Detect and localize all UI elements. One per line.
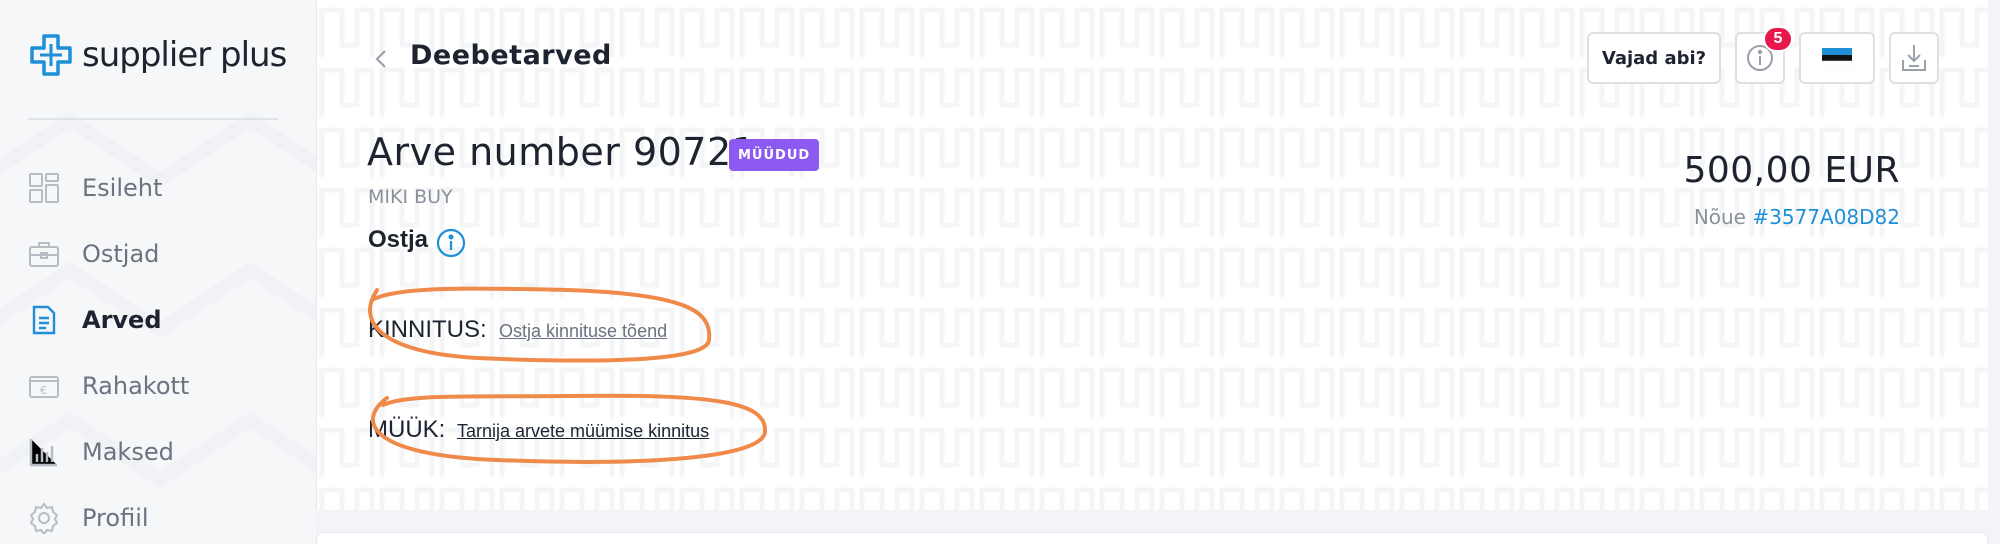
wallet-icon: € bbox=[28, 370, 60, 402]
sidebar-item-rahakott[interactable]: € Rahakott bbox=[28, 353, 189, 419]
briefcase-icon bbox=[28, 238, 60, 270]
sidebar-item-ostjad[interactable]: Ostjad bbox=[28, 221, 189, 287]
buyer-info-button[interactable] bbox=[435, 227, 467, 259]
document-icon bbox=[28, 304, 60, 336]
help-button[interactable]: Vajad abi? bbox=[1587, 32, 1721, 84]
sidebar-item-arved[interactable]: Arved bbox=[28, 287, 189, 353]
secondary-card bbox=[316, 532, 1988, 544]
status-badge: MÜÜDUD bbox=[729, 139, 820, 171]
download-button[interactable] bbox=[1889, 32, 1939, 84]
language-button[interactable] bbox=[1799, 32, 1875, 84]
buyer-confirmation-link[interactable]: Ostja kinnituse tõend bbox=[499, 321, 667, 342]
info-icon bbox=[436, 228, 466, 258]
notification-count-badge: 5 bbox=[1763, 26, 1793, 52]
invoice-card: Deebetarved Vajad abi? 5 Arve number 907… bbox=[316, 0, 1988, 510]
estonia-flag-icon bbox=[1822, 48, 1852, 68]
sidebar-item-label: Profiil bbox=[82, 504, 149, 532]
invoice-amount: 500,00 EUR bbox=[1683, 150, 1900, 191]
claim-reference: Nõue #3577A08D82 bbox=[1694, 205, 1900, 229]
buyer-section-label: Ostja bbox=[368, 226, 429, 253]
download-icon bbox=[1902, 45, 1926, 71]
supplier-sale-confirmation-link[interactable]: Tarnija arvete müümise kinnitus bbox=[457, 421, 709, 442]
page-title: Deebetarved bbox=[410, 40, 612, 71]
invoice-title: Arve number 90721 bbox=[367, 130, 757, 174]
svg-text:€: € bbox=[40, 384, 47, 397]
gear-icon bbox=[28, 502, 60, 534]
claim-id-link[interactable]: #3577A08D82 bbox=[1752, 205, 1900, 229]
sidebar-item-label: Esileht bbox=[82, 174, 163, 202]
brand-name: supplier plus bbox=[82, 35, 287, 75]
sidebar-item-label: Rahakott bbox=[82, 372, 190, 400]
sidebar-item-maksed[interactable]: Maksed bbox=[28, 419, 189, 485]
supplier-plus-logo-icon bbox=[30, 34, 72, 76]
sidebar-item-label: Ostjad bbox=[82, 240, 160, 268]
sidebar-nav: Esileht Ostjad Arved € Rahakott Maksed P… bbox=[28, 155, 189, 544]
bar-chart-icon bbox=[28, 436, 60, 468]
sidebar-item-label: Arved bbox=[82, 306, 162, 334]
claim-prefix: Nõue bbox=[1693, 205, 1746, 229]
sidebar-item-esileht[interactable]: Esileht bbox=[28, 155, 189, 221]
sidebar-item-profiil[interactable]: Profiil bbox=[28, 485, 189, 544]
sale-label: MÜÜK: bbox=[368, 416, 446, 443]
brand-logo[interactable]: supplier plus bbox=[28, 30, 287, 80]
buyer-name: MIKI BUY bbox=[368, 186, 453, 208]
sidebar: supplier plus Esileht Ostjad Arved € Rah… bbox=[0, 0, 316, 544]
confirmation-label: KINNITUS: bbox=[368, 316, 487, 343]
dashboard-icon bbox=[28, 172, 60, 204]
chevron-left-icon bbox=[375, 50, 386, 68]
sidebar-item-label: Maksed bbox=[82, 438, 174, 466]
sidebar-divider bbox=[28, 118, 278, 120]
back-button[interactable] bbox=[369, 44, 393, 74]
